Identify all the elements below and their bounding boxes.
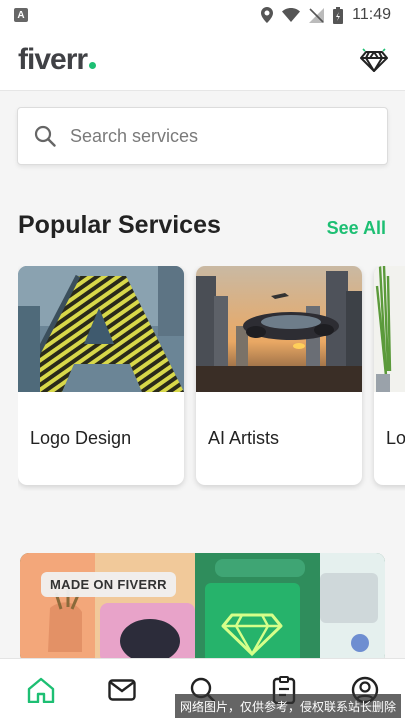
signal-off-icon — [309, 7, 325, 23]
partial-card-image — [374, 266, 405, 392]
search-input[interactable] — [70, 125, 360, 147]
service-cards-carousel[interactable]: Logo Design AI Artists Lo — [18, 266, 405, 491]
service-card-logo-design[interactable]: Logo Design — [18, 266, 184, 485]
location-icon — [261, 7, 274, 23]
battery-icon — [333, 6, 344, 24]
see-all-link[interactable]: See All — [327, 218, 386, 239]
diamond-icon — [360, 48, 388, 72]
watermark: 网络图片，仅供参考，侵权联系站长删除 — [175, 694, 401, 718]
pro-diamond-button[interactable] — [359, 45, 389, 75]
status-right: 11:49 — [261, 6, 391, 24]
service-card-partial[interactable]: Lo — [374, 266, 405, 485]
search-icon — [34, 125, 56, 147]
logo-dot — [89, 62, 97, 69]
home-icon — [27, 677, 54, 703]
service-card-label: Lo — [386, 428, 405, 448]
logo-design-image — [18, 266, 184, 392]
app-header: fiverr — [0, 30, 405, 91]
service-card-ai-artists[interactable]: AI Artists — [196, 266, 362, 485]
section-title: Popular Services — [18, 211, 221, 239]
made-on-fiverr-banner[interactable]: MADE ON FIVERR — [20, 553, 385, 663]
app-notification-icon: A — [14, 8, 28, 22]
nav-messages[interactable] — [97, 665, 147, 715]
wifi-icon — [282, 8, 301, 22]
logo-text: fiverr — [18, 43, 88, 76]
status-time: 11:49 — [352, 6, 391, 23]
nav-home[interactable] — [16, 665, 66, 715]
status-left: A — [14, 8, 28, 22]
service-card-label: Logo Design — [30, 428, 132, 448]
search-box[interactable] — [17, 107, 388, 165]
status-bar: A 11:49 — [0, 0, 405, 30]
service-card-label: AI Artists — [208, 428, 280, 448]
banner-badge: MADE ON FIVERR — [41, 572, 176, 597]
banner-artwork — [20, 553, 385, 663]
fiverr-logo[interactable]: fiverr — [18, 43, 97, 77]
ai-artists-image — [196, 266, 362, 392]
mail-icon — [107, 679, 136, 701]
